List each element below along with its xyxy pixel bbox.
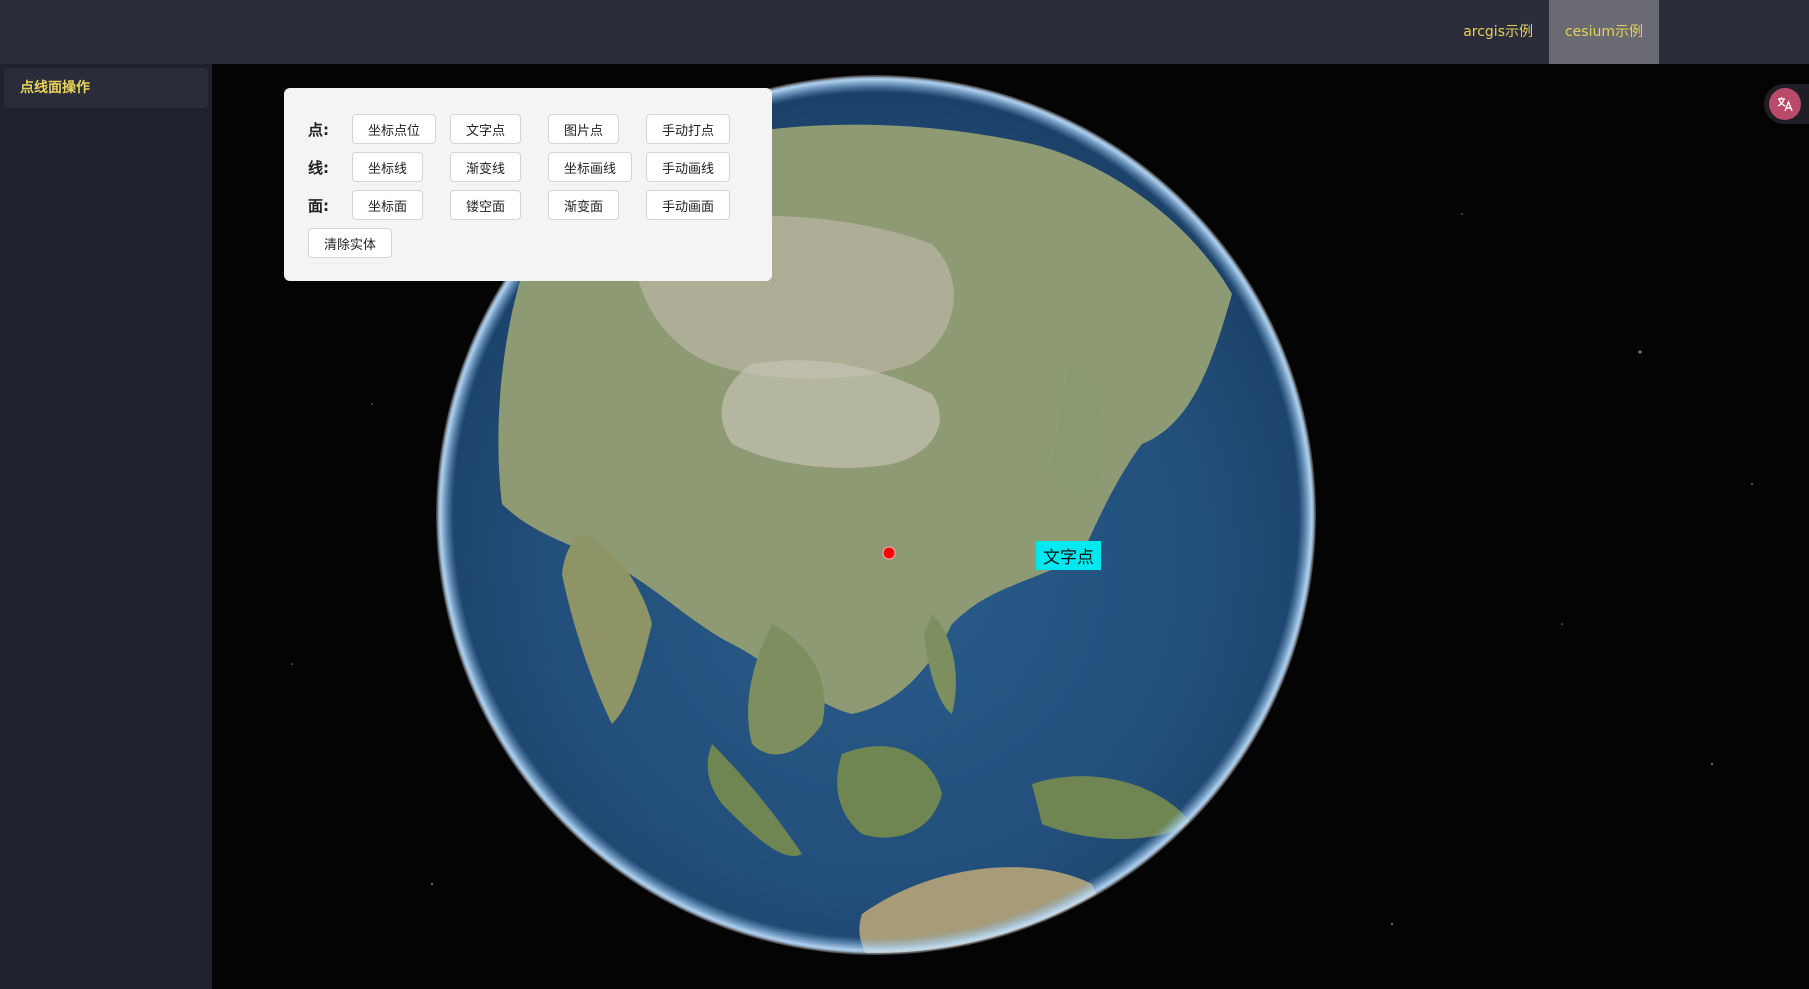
translate-icon[interactable] (1769, 88, 1801, 120)
top-bar: arcgis示例 cesium示例 (0, 0, 1809, 64)
line-row: 线: 坐标线 渐变线 坐标画线 手动画线 (308, 150, 748, 184)
manual-draw-polygon-button[interactable]: 手动画面 (646, 190, 731, 220)
sidebar-item-point-line-polygon[interactable]: 点线面操作 (4, 68, 208, 108)
coordinate-draw-line-button[interactable]: 坐标画线 (548, 152, 633, 182)
coordinate-line-button[interactable]: 坐标线 (352, 152, 424, 182)
text-point-label: 文字点 (1036, 541, 1101, 570)
image-point-button[interactable]: 图片点 (548, 114, 620, 144)
nav-tab-cesium[interactable]: cesium示例 (1548, 0, 1659, 64)
polygon-row: 面: 坐标面 镂空面 渐变面 手动画面 (308, 188, 748, 222)
top-nav: arcgis示例 cesium示例 (1447, 0, 1659, 64)
coordinate-polygon-button[interactable]: 坐标面 (352, 190, 424, 220)
translate-glyph (1777, 97, 1793, 112)
polygon-row-label: 面: (308, 196, 329, 215)
nav-tab-arcgis[interactable]: arcgis示例 (1447, 0, 1549, 64)
cesium-globe-viewer[interactable]: 点: 坐标点位 文字点 图片点 手动打点 线: 坐标线 渐变线 坐标画线 手动画… (212, 64, 1809, 989)
point-row-label: 点: (308, 120, 329, 139)
text-point-button[interactable]: 文字点 (450, 114, 522, 144)
map-point-marker (882, 546, 896, 560)
line-row-label: 线: (308, 158, 329, 177)
gradient-polygon-button[interactable]: 渐变面 (548, 190, 620, 220)
coordinate-point-button[interactable]: 坐标点位 (352, 114, 437, 144)
hollow-polygon-button[interactable]: 镂空面 (450, 190, 522, 220)
gradient-line-button[interactable]: 渐变线 (450, 152, 522, 182)
manual-draw-line-button[interactable]: 手动画线 (646, 152, 731, 182)
clear-entities-button[interactable]: 清除实体 (308, 228, 393, 258)
clear-row: 清除实体 (308, 226, 748, 260)
entity-operation-panel: 点: 坐标点位 文字点 图片点 手动打点 线: 坐标线 渐变线 坐标画线 手动画… (284, 88, 772, 281)
sidebar: 点线面操作 (0, 64, 212, 989)
point-row: 点: 坐标点位 文字点 图片点 手动打点 (308, 112, 748, 146)
manual-point-button[interactable]: 手动打点 (646, 114, 731, 144)
